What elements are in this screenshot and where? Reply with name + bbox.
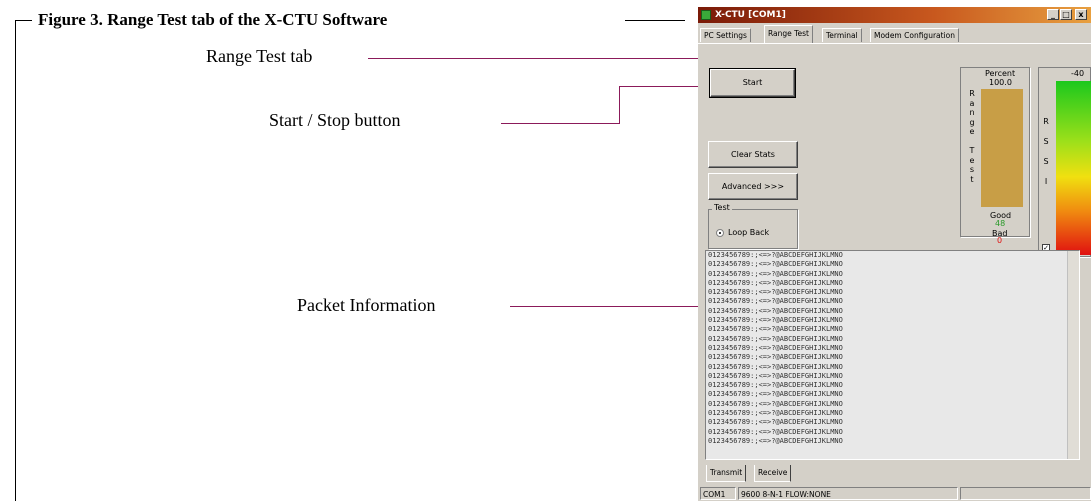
callout-line-start-h2 — [619, 86, 709, 87]
packet-line: 0123456789:;<=>?@ABCDEFGHIJKLMNO — [708, 371, 843, 380]
figure-frame-top-left — [15, 20, 32, 21]
loop-back-radio[interactable] — [716, 229, 724, 237]
packet-line: 0123456789:;<=>?@ABCDEFGHIJKLMNO — [708, 297, 843, 306]
advanced-button[interactable]: Advanced >>> — [708, 173, 798, 200]
tab-divider — [698, 43, 1091, 44]
close-button[interactable]: x — [1075, 9, 1087, 20]
window-title: X-CTU [COM1] — [715, 10, 786, 20]
loop-back-label: Loop Back — [728, 228, 770, 237]
start-button[interactable]: Start — [709, 68, 796, 98]
packet-line: 0123456789:;<=>?@ABCDEFGHIJKLMNO — [708, 390, 843, 399]
figure-frame-left — [15, 20, 16, 501]
figure-caption: Figure 3. Range Test tab of the X-CTU So… — [38, 10, 388, 29]
packet-line: 0123456789:;<=>?@ABCDEFGHIJKLMNO — [708, 343, 843, 352]
packet-line: 0123456789:;<=>?@ABCDEFGHIJKLMNO — [708, 353, 843, 362]
maximize-button[interactable]: □ — [1060, 9, 1072, 20]
rssi-value: -40 — [1071, 69, 1085, 78]
figure-frame-top-right — [625, 20, 685, 21]
packet-line: 0123456789:;<=>?@ABCDEFGHIJKLMNO — [708, 418, 843, 427]
callout-range-test-tab: Range Test tab — [206, 46, 313, 66]
packet-scrollbar[interactable] — [1067, 251, 1079, 459]
packet-line: 0123456789:;<=>?@ABCDEFGHIJKLMNO — [708, 409, 843, 418]
status-empty — [960, 487, 1091, 500]
tab-receive[interactable]: Receive — [754, 465, 792, 482]
packet-lines: 0123456789:;<=>?@ABCDEFGHIJKLMNO 01234567… — [706, 251, 1079, 446]
packet-line: 0123456789:;<=>?@ABCDEFGHIJKLMNO — [708, 325, 843, 334]
app-icon — [701, 10, 711, 20]
packet-line: 0123456789:;<=>?@ABCDEFGHIJKLMNO — [708, 269, 843, 278]
percent-bar — [981, 89, 1023, 207]
packet-line: 0123456789:;<=>?@ABCDEFGHIJKLMNO — [708, 306, 843, 315]
callout-packet-information: Packet Information — [297, 295, 436, 315]
tab-transmit[interactable]: Transmit — [706, 465, 747, 482]
tab-pc-settings[interactable]: PC Settings — [700, 28, 751, 42]
packet-line: 0123456789:;<=>?@ABCDEFGHIJKLMNO — [708, 278, 843, 287]
tab-terminal[interactable]: Terminal — [822, 28, 862, 42]
packet-line: 0123456789:;<=>?@ABCDEFGHIJKLMNO — [708, 260, 843, 269]
packet-line: 0123456789:;<=>?@ABCDEFGHIJKLMNO — [708, 288, 843, 297]
packet-line: 0123456789:;<=>?@ABCDEFGHIJKLMNO — [708, 362, 843, 371]
clear-stats-button[interactable]: Clear Stats — [708, 141, 798, 168]
percent-value: 100.0 — [989, 78, 1012, 87]
good-value: 48 — [995, 219, 1006, 228]
tab-range-test[interactable]: Range Test — [764, 25, 813, 43]
rssi-bar — [1056, 81, 1091, 255]
tab-strip: PC Settings Range Test Terminal Modem Co… — [698, 25, 1091, 43]
packet-line: 0123456789:;<=>?@ABCDEFGHIJKLMNO — [708, 316, 843, 325]
bad-value: 0 — [997, 236, 1003, 245]
status-port: COM1 — [700, 487, 736, 500]
range-test-vertical-label: R a n g e T e s t — [969, 89, 975, 184]
packet-line: 0123456789:;<=>?@ABCDEFGHIJKLMNO — [708, 334, 843, 343]
callout-start-stop-button: Start / Stop button — [269, 110, 401, 130]
callout-line-start-v — [619, 86, 620, 124]
packet-information-box[interactable]: 0123456789:;<=>?@ABCDEFGHIJKLMNO 01234567… — [705, 250, 1080, 460]
xctu-window: X-CTU [COM1] _ □ x PC Settings Range Tes… — [698, 7, 1091, 501]
status-bar: COM1 9600 8-N-1 FLOW:NONE — [698, 487, 1091, 501]
callout-line-start-h1 — [501, 123, 620, 124]
packet-line: 0123456789:;<=>?@ABCDEFGHIJKLMNO — [708, 251, 843, 259]
packet-line: 0123456789:;<=>?@ABCDEFGHIJKLMNO — [708, 436, 843, 445]
packet-line: 0123456789:;<=>?@ABCDEFGHIJKLMNO — [708, 427, 843, 436]
title-bar: X-CTU [COM1] _ □ x — [698, 7, 1091, 23]
percent-label: Percent — [985, 69, 1016, 78]
minimize-button[interactable]: _ — [1047, 9, 1059, 20]
callout-line-packet — [510, 306, 700, 307]
rssi-vertical-label: R S S I — [1043, 117, 1049, 186]
test-group-label: Test — [712, 203, 732, 212]
packet-line: 0123456789:;<=>?@ABCDEFGHIJKLMNO — [708, 381, 843, 390]
status-settings: 9600 8-N-1 FLOW:NONE — [738, 487, 958, 500]
tab-modem-configuration[interactable]: Modem Configuration — [870, 28, 959, 42]
packet-line: 0123456789:;<=>?@ABCDEFGHIJKLMNO — [708, 399, 843, 408]
